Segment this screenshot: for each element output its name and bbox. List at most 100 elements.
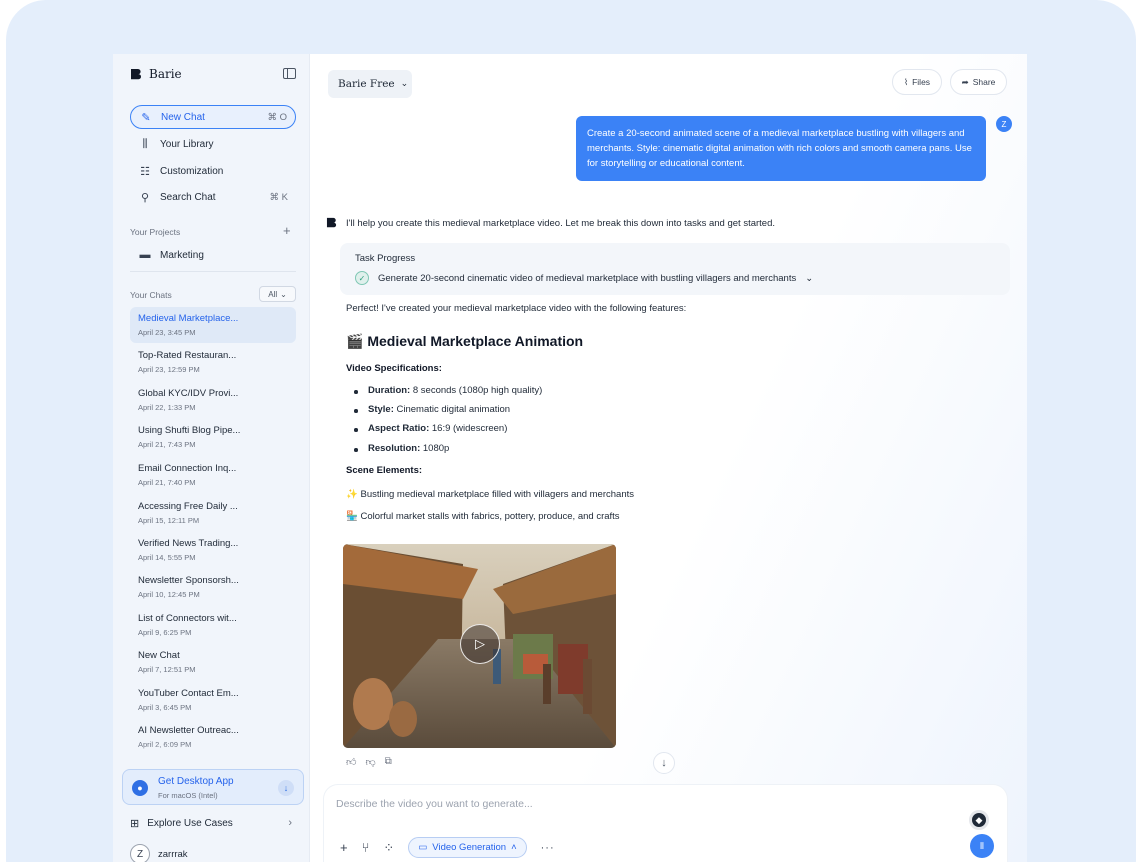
chat-item[interactable]: Verified News Trading... April 14, 5:55 … [130,532,296,568]
chevron-right-icon: › [288,817,292,829]
user-message: Create a 20-second animated scene of a m… [576,116,986,181]
download-icon[interactable]: ↓ [278,780,294,796]
chat-item[interactable]: Global KYC/IDV Provi... April 22, 1:33 P… [130,382,296,418]
grid-icon: ⊞ [130,817,140,830]
chat-filter-select[interactable]: All ⌄ [259,286,296,302]
sparkles-icon: ✨ [346,489,358,500]
model-name: Barie Free [338,78,395,90]
share-button[interactable]: ➦ Share [950,69,1007,95]
more-options-icon[interactable]: ··· [541,842,555,854]
spec-item: Aspect Ratio: 16:9 (widescreen) [353,423,507,434]
chat-item[interactable]: New Chat April 7, 12:51 PM [130,644,296,680]
chat-date: April 14, 5:55 PM [138,553,196,562]
chat-item[interactable]: Accessing Free Daily ... April 15, 12:11… [130,495,296,531]
scene-heading: Scene Elements: [346,465,423,476]
collapse-sidebar-icon[interactable] [283,68,296,79]
chat-item[interactable]: Medieval Marketplace... April 23, 3:45 P… [130,307,296,343]
explore-use-cases-link[interactable]: ⊞ Explore Use Cases › [130,814,296,832]
desktop-app-subtitle: For macOS (Intel) [158,791,218,800]
desktop-app-title: Get Desktop App [158,776,234,787]
divider [130,271,296,272]
spec-label: Duration: [368,385,411,396]
mode-selector[interactable]: ▭ Video Generation ˄ [408,837,527,858]
sidebar-item-library[interactable]: ⫼ Your Library [130,132,296,156]
scroll-down-button[interactable]: ↓ [653,752,675,774]
spec-value: 8 seconds (1080p high quality) [412,385,543,396]
library-icon: ⫼ [142,137,148,150]
chat-title: Medieval Marketplace... [138,313,239,324]
get-desktop-app-banner[interactable]: ● Get Desktop App For macOS (Intel) ↓ [122,769,304,805]
voice-input-icon[interactable]: ⦀ [970,834,994,858]
composer-toolbar: + ⑂ ⁘ ▭ Video Generation ˄ ··· [340,837,555,858]
plus-icon[interactable]: + [340,840,348,855]
prompt-input[interactable]: Describe the video you want to generate.… [336,798,533,810]
chat-date: April 21, 7:43 PM [138,440,196,449]
market-stall-icon: 🏪 [346,511,358,522]
chat-date: April 15, 12:11 PM [138,516,200,525]
chevron-up-icon: ˄ [511,842,517,853]
assistant-badge-icon[interactable]: ◆ [969,810,989,830]
search-label: Search Chat [160,191,216,203]
chat-title: Accessing Free Daily ... [138,501,238,512]
explore-label: Explore Use Cases [147,817,233,829]
app-window: Barie ✎ New Chat ⌘ O ⫼ Your Library ☷ Cu… [113,54,1027,862]
files-button[interactable]: ⌇ Files [892,69,942,95]
composer: Describe the video you want to generate.… [324,785,1007,862]
chat-item[interactable]: Using Shufti Blog Pipe... April 21, 7:43… [130,419,296,455]
task-progress-card: Task Progress ✓ Generate 20-second cinem… [340,243,1010,295]
chat-item[interactable]: List of Connectors wit... April 9, 6:25 … [130,607,296,643]
chat-title: List of Connectors wit... [138,613,237,624]
chat-item[interactable]: Top-Rated Restauran... April 23, 12:59 P… [130,344,296,380]
brand[interactable]: Barie [130,67,182,81]
search-icon: ⚲ [140,191,150,204]
chat-date: April 10, 12:45 PM [138,590,200,599]
sidebar-item-search[interactable]: ⚲ Search Chat ⌘ K [130,185,296,209]
add-project-icon[interactable]: + [283,224,291,237]
project-label: Marketing [160,249,204,261]
tools-icon[interactable]: ⁘ [383,840,394,856]
chat-title: Top-Rated Restauran... [138,350,237,361]
edit-icon: ✎ [141,111,151,124]
chat-title: YouTuber Contact Em... [138,688,239,699]
sliders-icon: ☷ [140,165,150,178]
barie-logo-icon [131,69,141,80]
chat-date: April 23, 3:45 PM [138,328,196,337]
share-label: Share [972,77,996,87]
new-chat-shortcut: ⌘ O [267,111,287,123]
play-icon[interactable]: ▷ [460,624,500,664]
video-player[interactable]: ▷ [343,544,616,748]
chat-date: April 7, 12:51 PM [138,665,196,674]
chat-item[interactable]: YouTuber Contact Em... April 3, 6:45 PM [130,682,296,718]
assistant-intro: I'll help you create this medieval marke… [346,218,776,229]
project-item-marketing[interactable]: ▬ Marketing [130,243,296,267]
search-shortcut: ⌘ K [269,191,288,203]
chat-item[interactable]: Newsletter Sponsorsh... April 10, 12:45 … [130,569,296,605]
video-icon: ▭ [418,842,428,853]
apple-icon: ● [132,780,148,796]
user-avatar: Z [996,116,1012,132]
files-label: Files [912,77,931,87]
user-profile[interactable]: Z zarrrak [130,844,188,862]
chat-title: AI Newsletter Outreac... [138,725,239,736]
chat-date: April 23, 12:59 PM [138,365,200,374]
folder-icon: ▬ [139,249,151,261]
sidebar-item-customization[interactable]: ☷ Customization [130,159,296,183]
new-chat-button[interactable]: ✎ New Chat ⌘ O [130,105,296,129]
branch-icon[interactable]: ⑂ [362,840,370,855]
chat-title: Verified News Trading... [138,538,239,549]
chat-item[interactable]: Email Connection Inq... April 21, 7:40 P… [130,457,296,493]
task-item[interactable]: ✓ Generate 20-second cinematic video of … [355,271,813,285]
avatar: Z [130,844,150,862]
chat-main: Barie Free ⌄ ⌇ Files ➦ Share Create a 20… [310,54,1027,862]
share-icon: ➦ [961,76,969,87]
model-selector[interactable]: Barie Free ⌄ [328,70,412,98]
thumbs-up-icon[interactable]: 👍︎ [346,756,356,768]
chevron-down-icon: ⌄ [280,289,287,299]
chat-title: Global KYC/IDV Provi... [138,388,239,399]
check-circle-icon: ✓ [355,271,369,285]
message-actions: 👍︎ 👎︎ ⧉ [346,756,392,768]
thumbs-down-icon[interactable]: 👎︎ [365,756,375,768]
spec-item: Resolution: 1080p [353,443,449,454]
sidebar: Barie ✎ New Chat ⌘ O ⫼ Your Library ☷ Cu… [113,54,310,862]
copy-icon[interactable]: ⧉ [385,756,392,768]
